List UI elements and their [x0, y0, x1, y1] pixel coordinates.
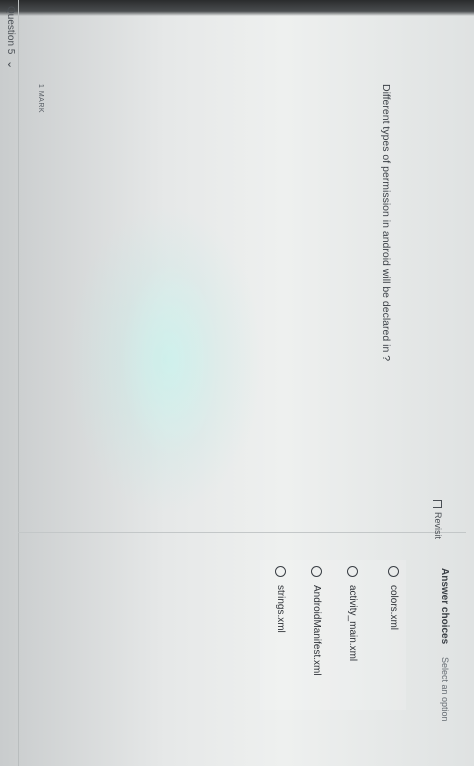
header-divider — [18, 0, 19, 766]
radio-button-icon[interactable] — [388, 566, 399, 577]
quiz-screen: Question 5 ⌄ 1 MARK Different types of p… — [0, 0, 474, 766]
radio-button-icon[interactable] — [311, 566, 322, 577]
question-text: Different types of permission in android… — [380, 84, 392, 362]
answer-option-label: strings.xml — [275, 585, 286, 633]
radio-button-icon[interactable] — [347, 566, 358, 577]
question-number-label[interactable]: Question 5 — [5, 6, 16, 54]
photo-of-screen: Question 5 ⌄ 1 MARK Different types of p… — [0, 0, 474, 766]
radio-button-icon[interactable] — [275, 566, 286, 577]
answer-option-activity-main[interactable]: activity_main.xml — [347, 566, 358, 661]
answer-option-label: AndroidManifest.xml — [311, 585, 322, 676]
answer-option-label: activity_main.xml — [347, 585, 358, 662]
bookmark-icon — [433, 500, 443, 508]
revisit-button[interactable]: Revisit — [433, 500, 443, 539]
answer-option-colors[interactable]: colors.xml — [388, 566, 399, 630]
marks-label: 1 MARK — [37, 84, 44, 114]
answer-option-label: colors.xml — [388, 585, 399, 631]
answer-choices-title: Answer choices — [439, 568, 450, 645]
answer-option-android-manifest[interactable]: AndroidManifest.xml — [311, 566, 322, 676]
answer-option-strings[interactable]: strings.xml — [275, 566, 286, 633]
revisit-label: Revisit — [433, 512, 443, 540]
panel-divider — [18, 532, 466, 533]
answer-choices-header: Answer choices Select an option — [439, 568, 450, 721]
answer-choices-hint: Select an option — [440, 656, 450, 722]
chevron-down-icon[interactable]: ⌄ — [5, 60, 18, 69]
